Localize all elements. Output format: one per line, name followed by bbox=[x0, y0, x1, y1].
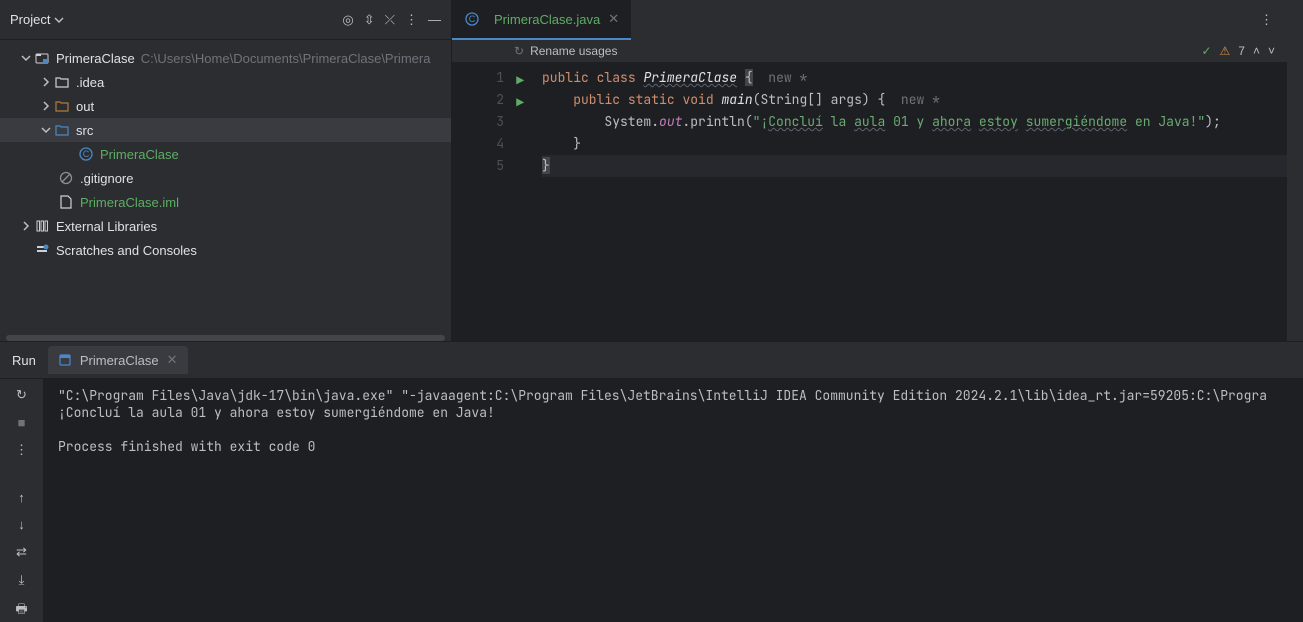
project-tree: PrimeraClase C:\Users\Home\Documents\Pri… bbox=[0, 40, 451, 335]
right-toolbar bbox=[1287, 0, 1303, 341]
chevron-right-icon bbox=[21, 221, 31, 231]
editor-panel: C PrimeraClase.java ✕ ⋮ ↻ Rename usages … bbox=[452, 0, 1287, 341]
node-label: PrimeraClase bbox=[100, 147, 179, 162]
library-icon bbox=[34, 218, 50, 234]
print-icon[interactable]: 🖶 bbox=[15, 600, 27, 622]
tab-label: PrimeraClase.java bbox=[494, 12, 600, 27]
collapse-icon[interactable]: ⤫ bbox=[385, 12, 395, 28]
folder-icon bbox=[54, 122, 70, 138]
stop-icon[interactable]: ■ bbox=[18, 415, 26, 430]
node-label: out bbox=[76, 99, 94, 114]
file-icon bbox=[58, 194, 74, 210]
node-label: .gitignore bbox=[80, 171, 133, 186]
run-gutter-icon[interactable]: ▶ bbox=[516, 70, 524, 92]
svg-text:C: C bbox=[83, 149, 90, 159]
close-icon[interactable]: ✕ bbox=[167, 352, 178, 368]
project-panel-title[interactable]: Project bbox=[10, 12, 50, 27]
tree-node-scratches[interactable]: Scratches and Consoles bbox=[0, 238, 451, 262]
code-editor[interactable]: public class PrimeraClase { new * public… bbox=[512, 63, 1287, 341]
minimize-icon[interactable]: — bbox=[428, 12, 441, 28]
wrap-icon[interactable]: ⇄ bbox=[16, 544, 27, 560]
checks-count: 7 bbox=[1238, 44, 1245, 58]
run-config-tab[interactable]: PrimeraClase ✕ bbox=[48, 346, 188, 374]
root-name: PrimeraClase bbox=[56, 51, 135, 66]
chevron-down-icon[interactable]: ˅ bbox=[1268, 44, 1275, 58]
more-icon[interactable]: ⋮ bbox=[15, 442, 28, 458]
check-icon[interactable]: ✓ bbox=[1201, 44, 1211, 58]
close-icon[interactable]: ✕ bbox=[608, 11, 619, 27]
svg-text:C: C bbox=[469, 14, 476, 24]
tree-node-src[interactable]: src bbox=[0, 118, 451, 142]
folder-icon bbox=[54, 74, 70, 90]
run-tab-label: PrimeraClase bbox=[80, 353, 159, 368]
node-label: src bbox=[76, 123, 93, 138]
line-gutter: 1▶ 2▶ 3 4 5 bbox=[452, 63, 512, 341]
chevron-down-icon bbox=[41, 125, 51, 135]
locate-icon[interactable]: ◎ bbox=[342, 12, 353, 28]
tree-node-gitignore[interactable]: .gitignore bbox=[0, 166, 451, 190]
chevron-down-icon bbox=[21, 53, 31, 63]
ignore-icon bbox=[58, 170, 74, 186]
node-label: External Libraries bbox=[56, 219, 157, 234]
run-panel-title[interactable]: Run bbox=[12, 353, 36, 368]
scratches-icon bbox=[34, 242, 50, 258]
node-label: PrimeraClase.iml bbox=[80, 195, 179, 210]
chevron-down-icon bbox=[54, 15, 64, 25]
rerun-icon[interactable]: ↻ bbox=[16, 387, 27, 403]
run-panel: Run PrimeraClase ✕ ↻ ■ ⋮ ↑ ↓ ⇄ ⤓ 🖶 "C:\P… bbox=[0, 341, 1303, 622]
console-output[interactable]: "C:\Program Files\Java\jdk-17\bin\java.e… bbox=[44, 379, 1303, 622]
expand-icon[interactable]: ⇳ bbox=[364, 12, 375, 28]
editor-tab[interactable]: C PrimeraClase.java ✕ bbox=[452, 0, 631, 40]
rename-icon[interactable]: ↻ bbox=[514, 44, 524, 58]
tree-node-out[interactable]: out bbox=[0, 94, 451, 118]
tree-node-extlibs[interactable]: External Libraries bbox=[0, 214, 451, 238]
class-icon: C bbox=[78, 146, 94, 162]
tree-node-idea[interactable]: .idea bbox=[0, 70, 451, 94]
tree-node-java-file[interactable]: C PrimeraClase bbox=[0, 142, 451, 166]
node-label: .idea bbox=[76, 75, 104, 90]
folder-icon bbox=[54, 98, 70, 114]
chevron-up-icon[interactable]: ˄ bbox=[1253, 44, 1260, 58]
project-sidebar: Project ◎ ⇳ ⤫ ⋮ — PrimeraClase C:\Users\… bbox=[0, 0, 452, 341]
node-label: Scratches and Consoles bbox=[56, 243, 197, 258]
chevron-right-icon bbox=[41, 77, 51, 87]
application-icon bbox=[58, 353, 72, 367]
rename-banner: ↻ Rename usages ✓ ⚠ 7 ˄ ˅ bbox=[452, 40, 1287, 63]
tree-root[interactable]: PrimeraClase C:\Users\Home\Documents\Pri… bbox=[0, 46, 451, 70]
more-icon[interactable]: ⋮ bbox=[1246, 12, 1287, 28]
tree-node-iml[interactable]: PrimeraClase.iml bbox=[0, 190, 451, 214]
more-icon[interactable]: ⋮ bbox=[405, 12, 418, 28]
run-tools: ↻ ■ ⋮ ↑ ↓ ⇄ ⤓ 🖶 bbox=[0, 379, 44, 622]
warning-icon[interactable]: ⚠ bbox=[1220, 44, 1231, 58]
up-icon[interactable]: ↑ bbox=[18, 490, 25, 505]
class-icon: C bbox=[464, 11, 480, 27]
scroll-icon[interactable]: ⤓ bbox=[19, 572, 25, 588]
run-gutter-icon[interactable]: ▶ bbox=[516, 92, 524, 114]
root-path: C:\Users\Home\Documents\PrimeraClase\Pri… bbox=[141, 51, 431, 66]
down-icon[interactable]: ↓ bbox=[18, 517, 25, 532]
chevron-right-icon bbox=[41, 101, 51, 111]
banner-text: Rename usages bbox=[530, 44, 617, 58]
module-icon bbox=[34, 50, 50, 66]
